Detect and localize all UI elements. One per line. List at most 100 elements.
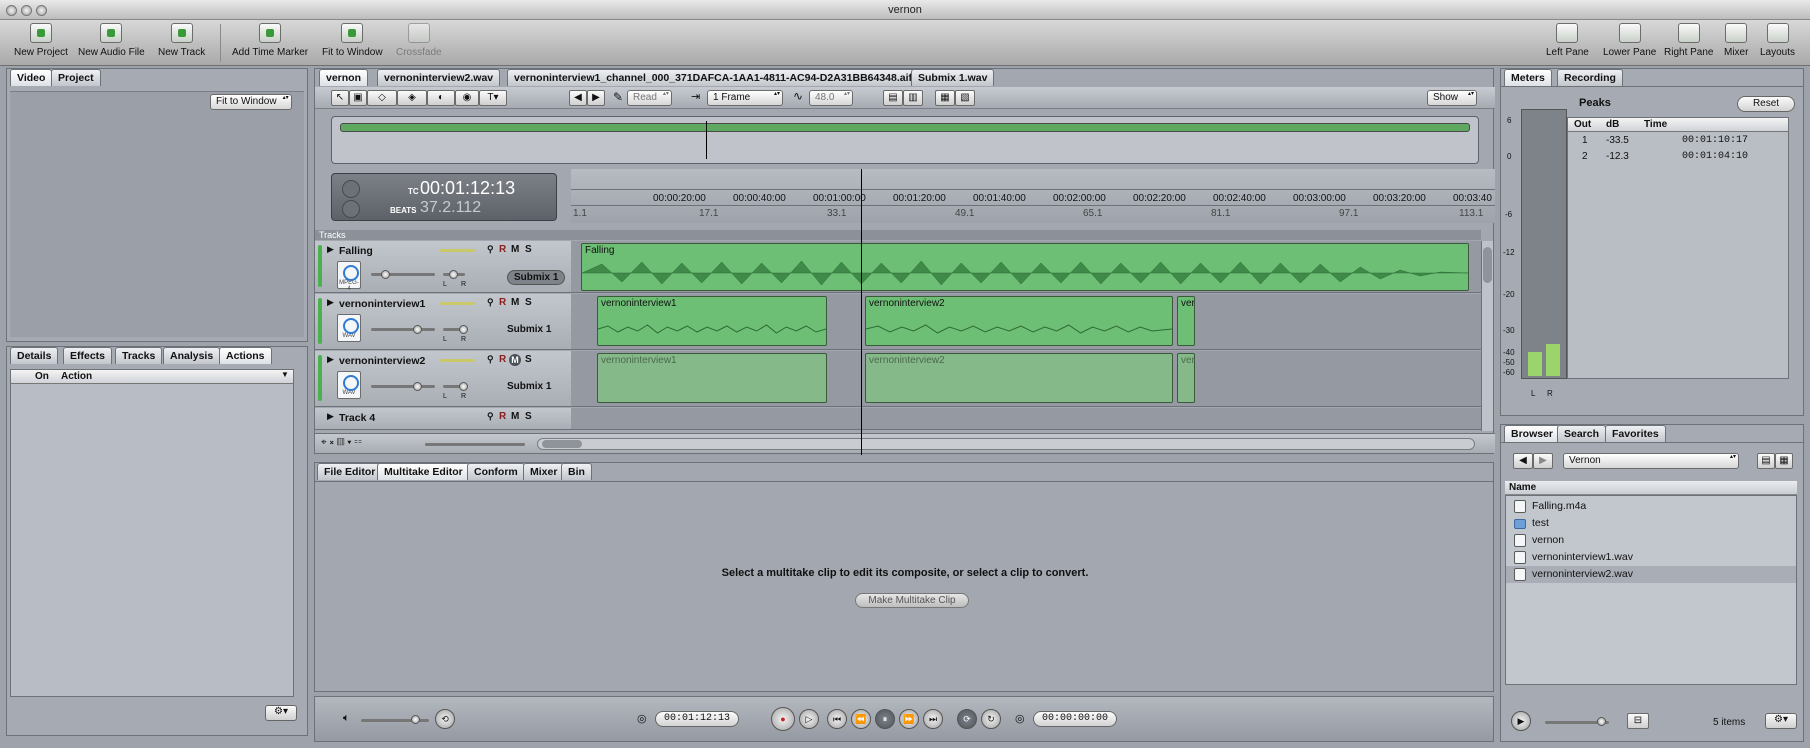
crossfade-button[interactable]: Crossfade [396,23,442,58]
arm-icon[interactable]: ⚲ [487,297,494,308]
playhead[interactable] [861,169,862,455]
mute-button[interactable]: M [511,411,519,422]
file-row-vernoninterview1[interactable]: vernoninterview1.wav [1506,549,1796,566]
volume-slider[interactable] [371,328,435,331]
file-row-falling[interactable]: Falling.m4a [1506,498,1796,515]
zoom-tool-icon[interactable]: ◉ [455,90,479,106]
timecode-value[interactable]: 00:01:12:13 [420,178,515,199]
disclosure-triangle-icon[interactable]: ▶ [327,244,334,255]
pan-slider-knob[interactable] [459,382,468,391]
tab-meters[interactable]: Meters [1504,69,1552,86]
right-pane-button[interactable]: Right Pane [1664,23,1713,58]
output-icon[interactable]: ⟲ [435,709,455,729]
fit-to-window-button[interactable]: Fit to Window [322,23,383,58]
arm-icon[interactable]: ⚲ [487,244,494,255]
mixer-button[interactable]: Mixer [1724,23,1748,58]
overview-playhead[interactable] [706,121,707,159]
audio-clip[interactable]: vernoninterview2 [865,296,1173,346]
column-menu-icon[interactable]: ▼ [281,370,289,379]
volume-slider-knob[interactable] [413,382,422,391]
doc-tab-submix[interactable]: Submix 1.wav [911,69,995,86]
automation-mode-popup[interactable]: Read [627,90,672,106]
icon-view-icon[interactable]: ▦ [1775,453,1793,469]
make-multitake-clip-button[interactable]: Make Multitake Clip [855,593,969,608]
project-overview[interactable] [331,116,1479,164]
tab-bin[interactable]: Bin [561,463,592,480]
blade-all-tool-icon[interactable]: ◈ [397,90,427,106]
show-popup[interactable]: Show [1427,90,1477,106]
nudge-icon[interactable]: ∿ [793,89,803,103]
file-row-vernon[interactable]: vernon [1506,532,1796,549]
preview-options-icon[interactable]: ⊟ [1627,713,1649,729]
track-header-vernoninterview1[interactable]: ▶ vernoninterview1 ⚲ R M S WAV L R Submi… [315,294,571,350]
track-lane-vernoninterview1[interactable]: vernoninterview1 vernoninterview2 ver [571,294,1481,350]
track-header-vernoninterview2[interactable]: ▶ vernoninterview2 ⚲ R M S WAV L R Submi… [315,351,571,407]
solo-button[interactable]: S [525,297,532,308]
loop-icon[interactable]: ↻ [981,709,1001,729]
timeslice-tool-icon[interactable]: T▾ [479,90,507,106]
doc-tab-channel-aif[interactable]: vernoninterview1_channel_000_371DAFCA-1A… [507,69,920,86]
tab-recording[interactable]: Recording [1557,69,1623,86]
blade-tool-icon[interactable]: ◇ [367,90,397,106]
rewind-icon[interactable]: ⏪ [851,709,871,729]
track-lane-track-4[interactable] [571,408,1481,430]
record-enable-button[interactable]: R [499,411,506,422]
tab-conform[interactable]: Conform [467,463,525,480]
snap-toggle-icon[interactable]: ⌖ ⨯ ▥ ▾ ⚏ [321,437,362,448]
view-mode-4-icon[interactable]: ▧ [955,90,975,106]
audio-clip[interactable]: ver [1177,296,1195,346]
disclosure-triangle-icon[interactable]: ▶ [327,354,334,365]
mute-button[interactable]: M [511,297,519,308]
record-enable-button[interactable]: R [499,354,506,365]
arrow-tool-icon[interactable]: ↖ [331,90,349,106]
automation-icon[interactable]: ✎ [613,90,623,104]
track-lane-falling[interactable]: Falling [571,241,1481,293]
browser-forward-icon[interactable]: ▶ [1533,453,1553,469]
file-row-vernoninterview2[interactable]: vernoninterview2.wav [1506,566,1796,583]
cycle-icon[interactable]: ⟳ [957,709,977,729]
horizontal-scroll-thumb[interactable] [542,440,582,448]
vertical-scroll-thumb[interactable] [1483,247,1492,283]
track-name[interactable]: Falling [339,245,373,257]
tab-file-editor[interactable]: File Editor [317,463,383,480]
solo-button[interactable]: S [525,411,532,422]
layouts-button[interactable]: Layouts [1760,23,1795,58]
doc-tab-vernon[interactable]: vernon [319,69,369,86]
tab-effects[interactable]: Effects [63,347,113,364]
track-lane-vernoninterview2[interactable]: vernoninterview1 vernoninterview2 ver [571,351,1481,407]
browser-back-icon[interactable]: ◀ [1513,453,1533,469]
gear-icon[interactable]: ⚙▾ [265,705,297,721]
track-header-falling[interactable]: ▶ Falling ⚲ R M S MPEG-4 L R Submix 1 [315,241,571,293]
list-view-icon[interactable]: ▤ [1757,453,1775,469]
audio-clip[interactable]: vernoninterview1 [597,353,827,403]
beats-value[interactable]: 37.2.112 [420,199,481,217]
pan-slider-knob[interactable] [449,270,458,279]
tab-mixer[interactable]: Mixer [523,463,565,480]
left-pane-button[interactable]: Left Pane [1546,23,1589,58]
playhead-timecode[interactable]: 00:01:12:13 [655,711,740,727]
horizontal-scrollbar[interactable] [537,438,1475,450]
browser-play-icon[interactable]: ▶ [1511,711,1531,731]
play-from-start-icon[interactable]: ▷ [799,709,819,729]
location-popup[interactable]: Vernon [1563,453,1739,469]
record-enable-button[interactable]: R [499,297,506,308]
actions-list[interactable]: On Action ▼ [10,369,294,697]
nudge-value-popup[interactable]: 48.0 [809,90,853,106]
track-name[interactable]: vernoninterview2 [339,355,425,367]
track-name[interactable]: vernoninterview1 [339,298,425,310]
doc-tab-vernoninterview2[interactable]: vernoninterview2.wav [377,69,501,86]
arm-icon[interactable]: ⚲ [487,411,494,422]
select-tool-icon[interactable]: ▣ [349,90,367,106]
track-header-track-4[interactable]: ▶ Track 4 ⚲ R M S [315,408,571,430]
new-track-button[interactable]: New Track [158,23,205,58]
solo-button[interactable]: S [525,244,532,255]
vertical-scrollbar[interactable] [1481,241,1493,431]
tab-multitake-editor[interactable]: Multitake Editor [377,463,470,480]
arm-icon[interactable]: ⚲ [487,354,494,365]
nav-back-icon[interactable]: ◀ [569,90,587,106]
view-mode-2-icon[interactable]: ▥ [903,90,923,106]
new-project-button[interactable]: New Project [14,23,68,58]
time-ruler[interactable]: 00:00:20:00 00:00:40:00 00:01:00:00 00:0… [571,169,1495,223]
fit-to-window-popup[interactable]: Fit to Window [210,94,292,110]
fast-forward-icon[interactable]: ⏩ [899,709,919,729]
